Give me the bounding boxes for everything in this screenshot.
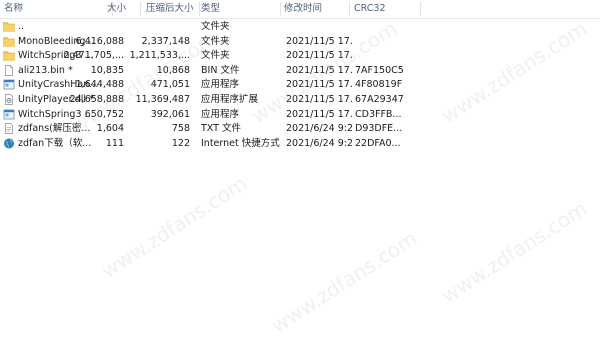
file-row[interactable]: UnityCrashHan... 1,644,488 471,051 应用程序 2021… bbox=[0, 78, 600, 91]
file-modified: 2021/11/5 17... bbox=[286, 64, 352, 76]
file-type: BIN 文件 bbox=[201, 64, 240, 76]
file-modified: 2021/11/5 17... bbox=[286, 108, 352, 120]
file-modified: 2021/11/5 17... bbox=[286, 94, 352, 105]
file-packed-size: 392,061 bbox=[150, 108, 190, 120]
file-crc: 67A29347 bbox=[355, 94, 404, 105]
column-header-crc[interactable]: CRC32 bbox=[354, 0, 414, 18]
file-row[interactable]: WitchSpring3 ... 650,752 392,061 应用程序 2021/1… bbox=[0, 108, 600, 121]
file-row[interactable]: .. 文件夹 bbox=[0, 20, 600, 33]
column-divider[interactable] bbox=[349, 2, 350, 16]
file-size: 111 bbox=[105, 137, 124, 149]
watermark-text: www.zdfans.com bbox=[437, 196, 592, 308]
file-size: 650,752 bbox=[84, 108, 124, 120]
file-modified: 2021/11/5 17... bbox=[286, 35, 352, 47]
app-icon bbox=[3, 109, 15, 120]
file-crc: D93DFE... bbox=[355, 123, 403, 135]
file-packed-size: 10,868 bbox=[156, 64, 190, 76]
file-packed-size: 11,369,487 bbox=[135, 94, 190, 105]
globe-icon bbox=[3, 138, 15, 149]
file-crc bbox=[355, 35, 425, 48]
file-type: 文件夹 bbox=[201, 35, 230, 47]
file-modified: 2021/6/24 9:26 bbox=[286, 123, 352, 135]
file-row[interactable]: zdfan下载（软... 111 122 Internet 快捷方式 2021/6/24… bbox=[0, 137, 600, 150]
text-file-icon bbox=[3, 123, 15, 135]
column-header-type[interactable]: 类型 bbox=[201, 0, 261, 18]
column-divider[interactable] bbox=[420, 2, 421, 16]
file-crc bbox=[355, 20, 425, 33]
file-size: 6,416,088 bbox=[75, 35, 124, 47]
file-row[interactable]: MonoBleeding... 6,416,088 2,337,148 文件夹 2021… bbox=[0, 35, 600, 48]
file-packed-size: 471,051 bbox=[150, 79, 190, 91]
file-type: 文件夹 bbox=[201, 21, 230, 32]
file-type: 应用程序扩展 bbox=[201, 94, 259, 105]
file-modified: 2021/11/5 17... bbox=[286, 79, 352, 91]
file-crc: 22DFA0... bbox=[355, 137, 401, 149]
file-type: 应用程序 bbox=[201, 79, 240, 91]
file-packed-size: 1,211,533,... bbox=[129, 50, 190, 62]
column-header-name[interactable]: 名称 bbox=[4, 0, 64, 18]
column-header-bar: 名称 大小 压缩后大小 类型 修改时间 CRC32 bbox=[0, 0, 600, 19]
file-crc: 4F80819F bbox=[355, 79, 403, 91]
column-divider[interactable] bbox=[280, 2, 281, 16]
file-row[interactable]: WitchSpring3 ... 2,471,705,... 1,211,533,.… bbox=[0, 49, 600, 62]
file-modified bbox=[286, 20, 352, 33]
file-row[interactable]: zdfans(解压密... 1,604 758 TXT 文件 2021/6/24 9:2… bbox=[0, 122, 600, 135]
column-divider[interactable] bbox=[199, 2, 200, 16]
folder-icon bbox=[3, 36, 15, 47]
file-crc: 7AF150C5 bbox=[355, 64, 404, 76]
watermark-text: www.zdfans.com bbox=[97, 171, 252, 283]
file-modified: 2021/6/24 9:26 bbox=[286, 137, 352, 149]
file-size: 24,658,888 bbox=[69, 94, 124, 105]
file-crc: CD3FFB... bbox=[355, 108, 402, 120]
file-size: 10,835 bbox=[90, 64, 124, 76]
file-row[interactable]: UnityPlayer.dll * 24,658,888 11,369,487 应用程… bbox=[0, 93, 600, 106]
file-packed-size bbox=[128, 20, 190, 33]
file-size: 1,644,488 bbox=[75, 79, 124, 91]
app-icon bbox=[3, 79, 15, 90]
file-size bbox=[62, 20, 124, 33]
watermark-text: www.zdfans.com bbox=[267, 226, 422, 338]
column-header-packed[interactable]: 压缩后大小 bbox=[146, 0, 200, 18]
file-type: 文件夹 bbox=[201, 50, 230, 62]
file-type: TXT 文件 bbox=[201, 123, 241, 135]
file-size: 2,471,705,... bbox=[63, 50, 124, 62]
file-packed-size: 122 bbox=[171, 137, 190, 149]
column-divider[interactable] bbox=[140, 2, 141, 16]
folder-icon bbox=[3, 50, 15, 61]
blank-file-icon bbox=[3, 64, 15, 76]
file-crc bbox=[355, 49, 425, 62]
file-type: 应用程序 bbox=[201, 108, 240, 120]
dll-icon bbox=[3, 94, 15, 105]
file-size: 1,604 bbox=[96, 123, 124, 135]
file-modified: 2021/11/5 17... bbox=[286, 50, 352, 62]
column-header-modified[interactable]: 修改时间 bbox=[284, 0, 344, 18]
folder-icon bbox=[3, 21, 15, 32]
file-packed-size: 2,337,148 bbox=[141, 35, 190, 47]
column-header-size[interactable]: 大小 bbox=[92, 0, 126, 18]
file-packed-size: 758 bbox=[171, 123, 190, 135]
file-type: Internet 快捷方式 bbox=[201, 137, 280, 149]
file-row[interactable]: ali213.bin * 10,835 10,868 BIN 文件 2021/11/5 … bbox=[0, 64, 600, 77]
